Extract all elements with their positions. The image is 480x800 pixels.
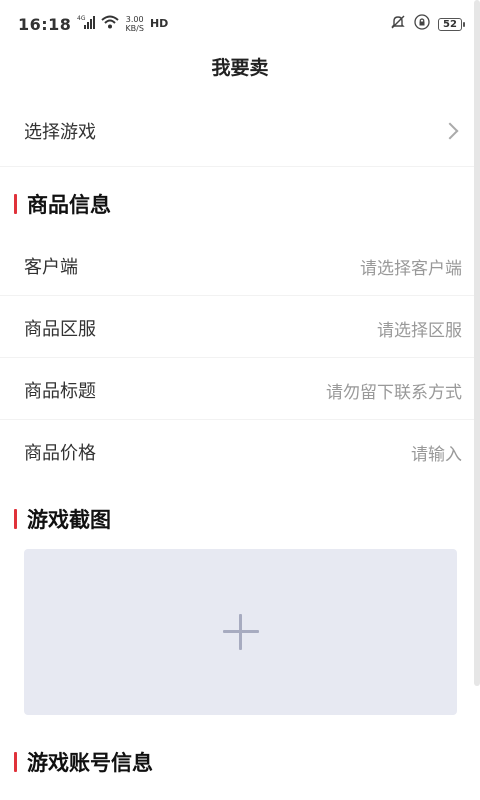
- divider: [0, 419, 480, 420]
- battery-indicator: 52: [438, 17, 465, 31]
- title-row[interactable]: 商品标题 请勿留下联系方式: [0, 362, 480, 418]
- select-game-label: 选择游戏: [24, 122, 96, 143]
- section-account-info: 游戏账号信息: [14, 747, 153, 777]
- divider: [0, 166, 480, 167]
- server-placeholder: 请选择区服: [377, 320, 462, 341]
- screenshot-upload-area[interactable]: [24, 549, 457, 715]
- hd-label: HD: [149, 17, 169, 30]
- client-row[interactable]: 客户端 请选择客户端: [0, 238, 480, 294]
- select-game-row[interactable]: 选择游戏: [0, 103, 480, 159]
- speed-value: 3.00: [125, 15, 144, 24]
- section-title-screenshots: 游戏截图: [27, 508, 111, 532]
- status-time: 16:18: [18, 14, 72, 34]
- chevron-right-icon: [441, 122, 459, 140]
- client-label: 客户端: [24, 257, 78, 278]
- title-input[interactable]: 请勿留下联系方式: [326, 378, 462, 403]
- page-title: 我要卖: [211, 56, 269, 79]
- divider: [0, 295, 480, 296]
- title-label: 商品标题: [24, 381, 96, 402]
- client-placeholder: 请选择客户端: [360, 258, 462, 279]
- price-label: 商品价格: [24, 443, 96, 464]
- signal-icon: 4G: [77, 15, 96, 33]
- section-accent-bar: [14, 509, 17, 529]
- wifi-icon: [101, 15, 120, 33]
- section-product-info: 商品信息: [14, 189, 111, 219]
- status-bar: 16:18 4G 3.00 KB/S HD 52: [0, 0, 480, 48]
- bell-muted-icon: [390, 14, 406, 34]
- network-speed: 3.00 KB/S: [125, 15, 144, 33]
- lock-icon: [414, 14, 430, 34]
- plus-icon: [222, 614, 259, 650]
- header: 我要卖: [0, 48, 480, 84]
- speed-unit: KB/S: [125, 24, 144, 33]
- scrollbar[interactable]: [474, 0, 480, 686]
- section-accent-bar: [14, 194, 17, 214]
- price-input[interactable]: 请输入: [411, 440, 462, 465]
- section-accent-bar: [14, 752, 17, 772]
- server-row[interactable]: 商品区服 请选择区服: [0, 300, 480, 356]
- divider: [0, 357, 480, 358]
- section-title-product-info: 商品信息: [27, 193, 111, 217]
- server-label: 商品区服: [24, 319, 96, 340]
- section-title-account-info: 游戏账号信息: [27, 751, 153, 775]
- network-label: 4G: [77, 15, 86, 22]
- price-row[interactable]: 商品价格 请输入: [0, 424, 480, 480]
- section-screenshots: 游戏截图: [14, 504, 111, 534]
